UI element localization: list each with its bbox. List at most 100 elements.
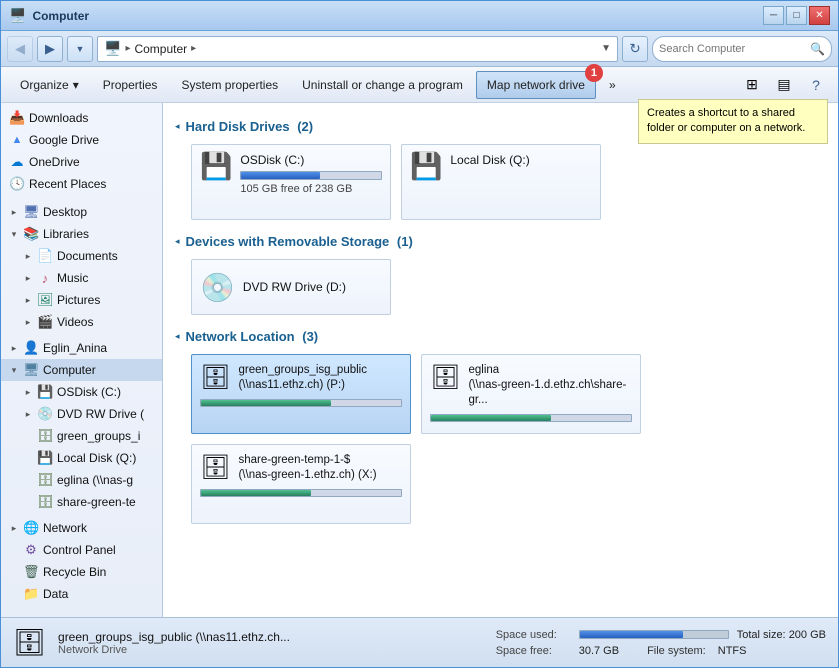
osdisk-drive-item[interactable]: 💾 OSDisk (C:) 105 GB free of 238 GB — [191, 144, 391, 220]
sidebar-item-documents[interactable]: ▸ 📄 Documents — [1, 245, 162, 267]
docs-expander: ▸ — [23, 251, 33, 262]
status-drive-type: Network Drive — [58, 644, 484, 656]
network-section-expander[interactable]: ◂ — [175, 331, 180, 342]
status-free-label: Space free: — [496, 645, 571, 657]
recent-button[interactable]: ▼ — [67, 36, 93, 62]
network-drives: 🗄 green_groups_isg_public (\\nas11.ethz.… — [175, 354, 826, 524]
hard-disk-expander[interactable]: ◂ — [175, 121, 180, 132]
status-drive-icon: 🗄 — [13, 627, 46, 658]
sidebar-item-share-green[interactable]: 🗄 share-green-te — [1, 491, 162, 513]
network-section-header: ◂ Network Location (3) — [175, 329, 826, 344]
sidebar-item-network[interactable]: ▸ 🌐 Network — [1, 517, 162, 539]
share-green-network-item[interactable]: 🗄 share-green-temp-1-$ (\\nas-green-1.et… — [191, 444, 411, 524]
eglina-network-name: eglina (\\nas-green-1.d.ethz.ch\share-gr… — [468, 363, 632, 408]
sidebar-item-pictures[interactable]: ▸ 🖼 Pictures — [1, 289, 162, 311]
sidebar-item-label: Data — [43, 587, 68, 601]
eglina-fill — [431, 415, 551, 421]
uninstall-button[interactable]: Uninstall or change a program — [291, 71, 474, 99]
address-dropdown-button[interactable]: ▼ — [601, 43, 611, 54]
system-properties-button[interactable]: System properties — [170, 71, 289, 99]
hard-disk-title: Hard Disk Drives (2) — [186, 119, 314, 134]
sidebar-item-label: Recent Places — [29, 177, 106, 191]
share-green-network-info: share-green-temp-1-$ (\\nas-green-1.ethz… — [238, 453, 376, 483]
window: 🖥️ Computer ─ □ ✕ ◀ ▶ ▼ 🖥️ ▸ Computer ▸ … — [0, 0, 839, 668]
sidebar-item-label: Control Panel — [43, 543, 116, 557]
sidebar-item-google-drive[interactable]: ▲ Google Drive — [1, 129, 162, 151]
toolbar: Organize ▾ Properties System properties … — [1, 67, 838, 103]
onedrive-icon: ☁ — [9, 154, 25, 170]
eglina-progress — [430, 414, 632, 422]
map-network-button[interactable]: Map network drive 1 — [476, 71, 596, 99]
videos-icon: 🎬 — [37, 314, 53, 330]
computer-expander: ▾ — [9, 365, 19, 376]
back-button[interactable]: ◀ — [7, 36, 33, 62]
sidebar-item-data[interactable]: 📁 Data — [1, 583, 162, 605]
title-bar-left: 🖥️ Computer — [9, 7, 89, 24]
removable-expander[interactable]: ◂ — [175, 236, 180, 247]
main-content: 📥 Downloads ▲ Google Drive ☁ OneDrive 🕓 … — [1, 103, 838, 617]
sidebar-item-computer[interactable]: ▾ 🖥 Computer — [1, 359, 162, 381]
preview-pane-button[interactable]: ▤ — [770, 71, 798, 99]
data-icon: 📁 — [23, 586, 39, 602]
sidebar-item-libraries[interactable]: ▾ 📚 Libraries — [1, 223, 162, 245]
eglina-network-item[interactable]: 🗄 eglina (\\nas-green-1.d.ethz.ch\share-… — [421, 354, 641, 434]
sidebar-item-osdisk[interactable]: ▸ 💾 OSDisk (C:) — [1, 381, 162, 403]
sidebar-item-recycle-bin[interactable]: 🗑 Recycle Bin — [1, 561, 162, 583]
dvd-info: DVD RW Drive (D:) — [243, 280, 346, 294]
status-used-bar — [579, 630, 729, 639]
status-total-size-value: 200 GB — [789, 629, 826, 641]
sidebar-item-label: Recycle Bin — [43, 565, 106, 579]
sidebar-item-dvd-rw[interactable]: ▸ 💿 DVD RW Drive ( — [1, 403, 162, 425]
navigation-bar: ◀ ▶ ▼ 🖥️ ▸ Computer ▸ ▼ ↻ 🔍 — [1, 31, 838, 67]
sidebar-item-label: Documents — [57, 249, 118, 263]
properties-button[interactable]: Properties — [92, 71, 169, 99]
sidebar-item-local-disk[interactable]: 💾 Local Disk (Q:) — [1, 447, 162, 469]
status-total-size-label: Total size: — [737, 629, 786, 641]
title-bar: 🖥️ Computer ─ □ ✕ — [1, 1, 838, 31]
dvd-drive-item[interactable]: 💿 DVD RW Drive (D:) — [191, 259, 391, 315]
status-total-size: Total size: 200 GB — [737, 629, 826, 641]
sidebar-item-recent-places[interactable]: 🕓 Recent Places — [1, 173, 162, 195]
map-badge: 1 — [585, 64, 603, 82]
address-path-arrow: ▸ — [191, 43, 196, 54]
sidebar-item-desktop[interactable]: ▸ 🖥 Desktop — [1, 201, 162, 223]
close-button[interactable]: ✕ — [809, 6, 830, 25]
eglina-network-icon: 🗄 — [430, 363, 460, 392]
sidebar-item-onedrive[interactable]: ☁ OneDrive — [1, 151, 162, 173]
sidebar-item-eglina-nas[interactable]: 🗄 eglina (\\nas-g — [1, 469, 162, 491]
dvd-name: DVD RW Drive (D:) — [243, 280, 346, 294]
green-groups-network-item[interactable]: 🗄 green_groups_isg_public (\\nas11.ethz.… — [191, 354, 411, 434]
sidebar-item-label: green_groups_i — [57, 429, 140, 443]
sidebar-item-eglin-anina[interactable]: ▸ 👤 Eglin_Anina — [1, 337, 162, 359]
minimize-button[interactable]: ─ — [763, 6, 784, 25]
status-info: green_groups_isg_public (\\nas11.ethz.ch… — [58, 630, 484, 656]
control-panel-icon: ⚙ — [23, 542, 39, 558]
pictures-expander: ▸ — [23, 295, 33, 306]
search-bar[interactable]: 🔍 — [652, 36, 832, 62]
share-green-progress — [200, 489, 402, 497]
search-icon: 🔍 — [810, 42, 825, 56]
organize-button[interactable]: Organize ▾ — [9, 71, 90, 99]
osdisk-drive-icon: 💾 — [200, 153, 232, 179]
eglina-nas-icon: 🗄 — [37, 472, 53, 488]
sidebar-item-downloads[interactable]: 📥 Downloads — [1, 107, 162, 129]
sidebar-item-videos[interactable]: ▸ 🎬 Videos — [1, 311, 162, 333]
help-button[interactable]: ? — [802, 71, 830, 99]
change-view-button[interactable]: ⊞ — [738, 71, 766, 99]
search-input[interactable] — [659, 43, 806, 55]
sidebar-item-music[interactable]: ▸ ♪ Music — [1, 267, 162, 289]
maximize-button[interactable]: □ — [786, 6, 807, 25]
address-bar[interactable]: 🖥️ ▸ Computer ▸ ▼ — [97, 36, 618, 62]
sidebar-item-green-groups[interactable]: 🗄 green_groups_i — [1, 425, 162, 447]
downloads-icon: 📥 — [9, 110, 25, 126]
tooltip-text: Creates a shortcut to a shared folder or… — [647, 107, 805, 134]
osdisk-free-text: 105 GB free of 238 GB — [240, 183, 382, 195]
local-disk-drive-icon: 💾 — [410, 153, 442, 179]
recent-places-icon: 🕓 — [9, 176, 25, 192]
removable-title: Devices with Removable Storage (1) — [186, 234, 413, 249]
sidebar-item-control-panel[interactable]: ⚙ Control Panel — [1, 539, 162, 561]
local-disk-drive-item[interactable]: 💾 Local Disk (Q:) — [401, 144, 601, 220]
refresh-button[interactable]: ↻ — [622, 36, 648, 62]
network-icon: 🌐 — [23, 520, 39, 536]
forward-button[interactable]: ▶ — [37, 36, 63, 62]
